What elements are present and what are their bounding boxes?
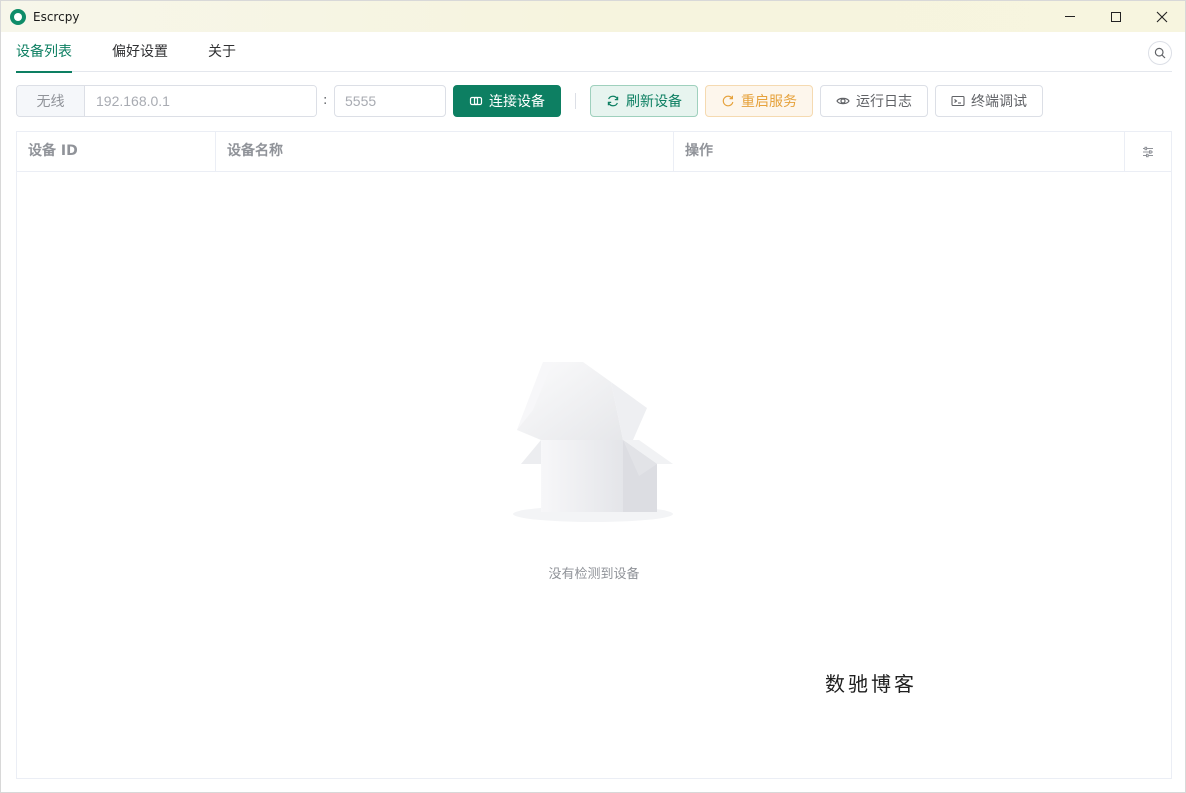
search-button[interactable] xyxy=(1148,41,1172,65)
port-input[interactable] xyxy=(334,85,446,117)
maximize-button[interactable] xyxy=(1093,1,1139,32)
window-controls xyxy=(1047,1,1185,32)
eye-icon xyxy=(836,97,850,105)
refresh-devices-button[interactable]: 刷新设备 xyxy=(590,85,698,117)
link-icon xyxy=(469,96,483,106)
tab-preferences[interactable]: 偏好设置 xyxy=(112,32,168,72)
column-header-device-name: 设备名称 xyxy=(216,132,674,171)
restart-service-button[interactable]: 重启服务 xyxy=(705,85,813,117)
column-header-device-id: 设备 ID xyxy=(17,132,216,171)
window-title: Escrcpy xyxy=(33,9,80,24)
empty-box-icon xyxy=(513,362,673,522)
close-button[interactable] xyxy=(1139,1,1185,32)
terminal-debug-button[interactable]: 终端调试 xyxy=(935,85,1043,117)
terminal-icon xyxy=(951,95,965,107)
ip-address-input[interactable] xyxy=(85,86,316,116)
column-header-actions: 操作 xyxy=(674,132,1125,171)
column-settings-button[interactable] xyxy=(1125,132,1171,171)
terminal-debug-label: 终端调试 xyxy=(971,94,1027,110)
title-bar[interactable]: Escrcpy xyxy=(1,1,1185,32)
restart-service-label: 重启服务 xyxy=(741,94,797,110)
minimize-button[interactable] xyxy=(1047,1,1093,32)
close-icon xyxy=(1156,11,1168,22)
refresh-devices-label: 刷新设备 xyxy=(626,94,682,110)
wireless-prefix: 无线 xyxy=(17,86,85,116)
connect-device-button[interactable]: 连接设备 xyxy=(453,85,561,117)
ip-port-separator: : xyxy=(323,93,328,108)
run-log-label: 运行日志 xyxy=(856,94,912,110)
minimize-icon xyxy=(1065,16,1075,17)
connect-device-label: 连接设备 xyxy=(489,94,545,110)
watermark-text: 数驰博客 xyxy=(825,672,917,696)
toolbar-divider xyxy=(575,93,576,109)
empty-state: 没有检测到设备 xyxy=(17,360,1171,590)
tab-about[interactable]: 关于 xyxy=(208,32,236,72)
ip-input-group: 无线 xyxy=(16,85,317,117)
table-header: 设备 ID 设备名称 操作 xyxy=(17,132,1171,172)
run-log-button[interactable]: 运行日志 xyxy=(820,85,928,117)
tab-device-list[interactable]: 设备列表 xyxy=(16,32,72,73)
column-settings-icon xyxy=(1143,146,1153,157)
restart-icon xyxy=(722,95,734,107)
search-icon xyxy=(1154,47,1166,59)
empty-message: 没有检测到设备 xyxy=(548,567,640,582)
refresh-icon xyxy=(607,95,619,107)
app-logo-icon xyxy=(10,8,26,25)
app-window: Escrcpy 设备列表 偏好设置 关于 无线 : xyxy=(0,0,1186,793)
maximize-icon xyxy=(1111,11,1121,22)
toolbar: 无线 : 连接设备 刷新设备 xyxy=(16,85,1172,117)
main-tabs: 设备列表 偏好设置 关于 xyxy=(16,32,1172,73)
device-table: 设备 ID 设备名称 操作 没有检测到设备 xyxy=(16,131,1172,779)
